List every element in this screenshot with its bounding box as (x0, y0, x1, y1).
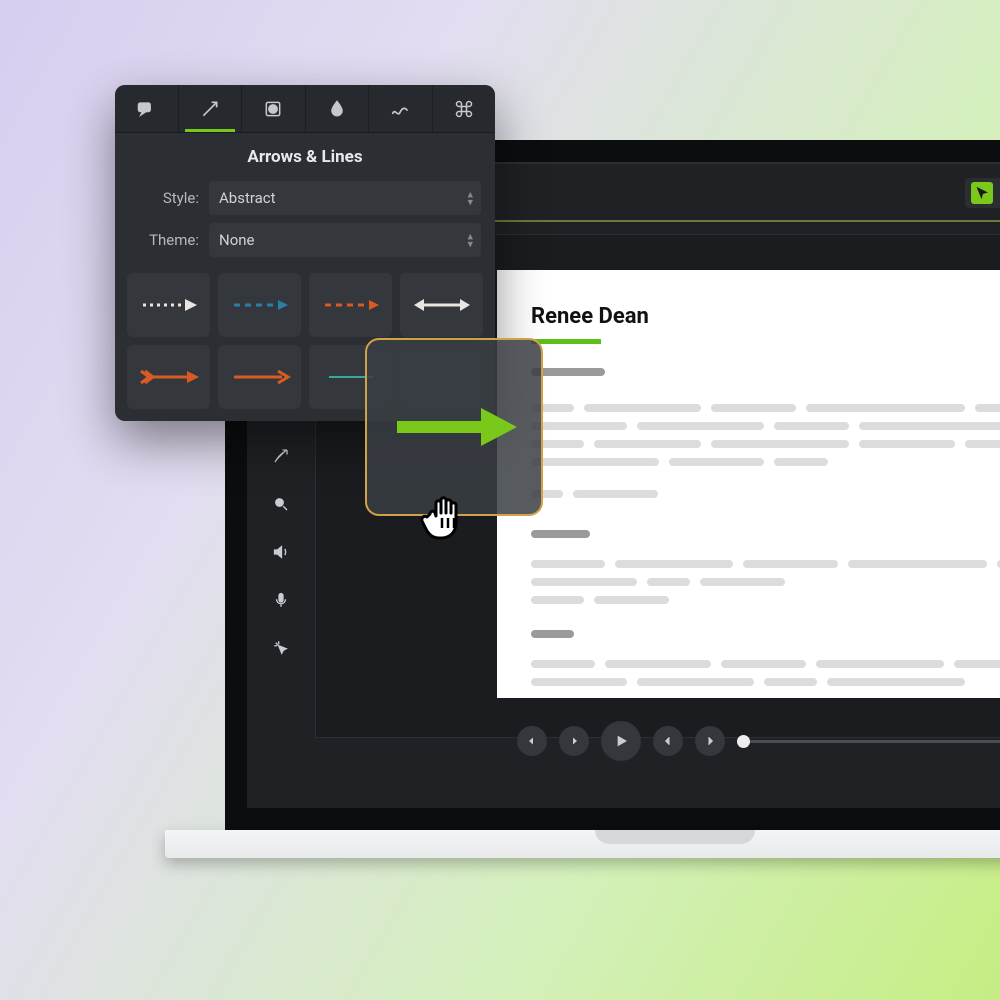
laptop-notch (595, 830, 755, 844)
tab-arrows[interactable] (179, 85, 243, 132)
theme-label: Theme: (129, 231, 199, 249)
left-tool-strip (269, 444, 293, 660)
text-placeholder (531, 490, 1000, 498)
grab-cursor-icon (420, 488, 476, 540)
theme-select[interactable]: None (209, 223, 481, 257)
timeline-track[interactable] (737, 740, 1000, 743)
text-placeholder (531, 404, 1000, 412)
click-tool[interactable] (269, 636, 293, 660)
canvas-mode-toolbar (965, 178, 1000, 208)
style-label: Style: (129, 189, 199, 207)
arrow-swatch-double-white[interactable] (400, 273, 483, 337)
next-button[interactable] (695, 726, 725, 756)
chevron-updown-icon: ▴▾ (467, 232, 473, 247)
text-placeholder (531, 422, 1000, 430)
tab-shortcuts[interactable] (433, 85, 496, 132)
text-placeholder (531, 630, 574, 638)
step-back-button[interactable] (517, 726, 547, 756)
arrow-swatch-dashed-blue[interactable] (218, 273, 301, 337)
style-select[interactable]: Abstract (209, 181, 481, 215)
arrow-swatch-dotted-white[interactable] (127, 273, 210, 337)
text-placeholder (531, 660, 1000, 668)
tab-draw[interactable] (369, 85, 433, 132)
chevron-updown-icon: ▴▾ (467, 190, 473, 205)
annotate-arrow-tool[interactable] (269, 444, 293, 468)
svg-text:a: a (142, 105, 145, 111)
tab-callout[interactable]: a (115, 85, 179, 132)
arrow-swatch-dashed-orange[interactable] (309, 273, 392, 337)
tab-blur[interactable] (306, 85, 370, 132)
panel-title: Arrows & Lines (115, 133, 495, 177)
text-placeholder (531, 458, 1000, 466)
text-placeholder (531, 678, 1000, 686)
document-canvas[interactable]: Renee Dean (497, 270, 1000, 698)
arrow-swatch-feather-orange[interactable] (127, 345, 210, 409)
canvas-heading: Renee Dean (531, 304, 1000, 329)
play-button[interactable] (601, 721, 641, 761)
tab-shapes[interactable] (242, 85, 306, 132)
text-placeholder (531, 578, 1000, 586)
heading-underline (531, 339, 601, 344)
target-tool[interactable] (269, 492, 293, 516)
text-placeholder (531, 560, 1000, 568)
panel-tab-bar: a (115, 85, 495, 133)
text-placeholder (531, 440, 1000, 448)
prev-button[interactable] (653, 726, 683, 756)
microphone-tool[interactable] (269, 588, 293, 612)
text-placeholder (531, 530, 590, 538)
laptop-base (165, 830, 1000, 858)
text-placeholder (531, 596, 1000, 604)
select-tool[interactable] (971, 182, 993, 204)
volume-tool[interactable] (269, 540, 293, 564)
timeline-knob[interactable] (737, 735, 750, 748)
playback-bar (497, 714, 1000, 768)
arrow-swatch-thin-orange[interactable] (218, 345, 301, 409)
step-forward-button[interactable] (559, 726, 589, 756)
